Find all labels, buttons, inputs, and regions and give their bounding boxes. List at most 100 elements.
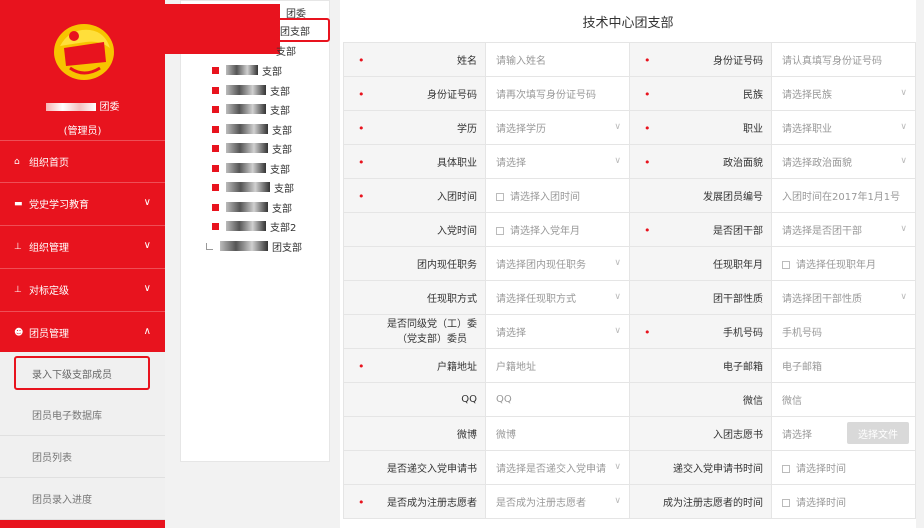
field-input[interactable]: 电子邮箱 <box>771 348 916 383</box>
field-input[interactable]: 请认真填写身份证号码 <box>771 42 916 77</box>
field-input[interactable]: 请输入姓名 <box>485 42 630 77</box>
nav-item-home[interactable]: ⌂ 组织首页 <box>0 140 165 182</box>
nav-item-member-management[interactable]: ☻ 团员管理 ∧ <box>0 311 165 353</box>
chevron-down-icon: ∨ <box>614 292 621 302</box>
field-select[interactable]: 是否成为注册志愿者 ∨ <box>485 484 630 519</box>
calendar-icon <box>496 193 504 201</box>
field-placeholder: 请选择学历 <box>496 124 546 135</box>
field-label: 微博 <box>343 416 486 451</box>
field-select[interactable]: 请选择是否递交入党申请 ∨ <box>485 450 630 485</box>
field-select[interactable]: 请选择团干部性质 ∨ <box>771 280 916 315</box>
field-label: • 入团时间 <box>343 178 486 213</box>
field-placeholder: 请认真填写身份证号码 <box>782 56 882 67</box>
form-row: • 入团时间 请选择入团时间 发展团员编号 入团时间在2017年1月1号 <box>343 178 916 213</box>
required-marker-icon: • <box>644 156 651 169</box>
chevron-down-icon: ∨ <box>900 122 907 132</box>
field-date-picker[interactable]: 请选择入团时间 <box>485 178 630 213</box>
field-label: • 政治面貌 <box>629 144 772 179</box>
field-select[interactable]: 请选择 ∨ <box>485 314 630 349</box>
blurred-text <box>226 182 270 192</box>
field-label-text: 团内现任职务 <box>417 260 477 271</box>
tree-node-label: 支部2 <box>270 222 297 234</box>
home-icon: ⌂ <box>14 156 20 167</box>
field-input[interactable]: 户籍地址 <box>485 348 630 383</box>
field-label-text: 户籍地址 <box>437 362 477 373</box>
field-label: 发展团员编号 <box>629 178 772 213</box>
field-placeholder: QQ <box>496 394 512 405</box>
field-label-text: 入党时间 <box>437 226 477 237</box>
nav-item-party-history[interactable]: ▬ 党史学习教育 ∨ <box>0 182 165 224</box>
field-label: • 身份证号码 <box>629 42 772 77</box>
form-row: QQ QQ 微信 微信 <box>343 382 916 417</box>
field-date-picker[interactable]: 请选择任现职年月 <box>771 246 916 281</box>
field-select[interactable]: 请选择职业 ∨ <box>771 110 916 145</box>
league-emblem-logo <box>54 24 114 80</box>
field-placeholder: 电子邮箱 <box>782 362 822 373</box>
field-date-picker[interactable]: 请选择入党年月 <box>485 212 630 247</box>
form-row: • 姓名 请输入姓名 • 身份证号码 请认真填写身份证号码 <box>343 42 916 77</box>
field-input[interactable]: 微博 <box>485 416 630 451</box>
field-placeholder: 微博 <box>496 430 516 441</box>
submenu-item-member-list[interactable]: 团员列表 <box>0 436 165 478</box>
submenu-item-member-database[interactable]: 团员电子数据库 <box>0 394 165 436</box>
field-select[interactable]: 请选择政治面貌 ∨ <box>771 144 916 179</box>
field-placeholder: 请选择时间 <box>796 498 846 509</box>
field-label-text: 微博 <box>457 430 477 441</box>
field-select[interactable]: 请选择团内现任职务 ∨ <box>485 246 630 281</box>
tree-node[interactable]: 团支部 <box>206 238 302 254</box>
field-placeholder: 请选择任现职年月 <box>796 260 876 271</box>
tree-node[interactable]: 支部 <box>212 140 292 156</box>
field-select[interactable]: 请选择是否团干部 ∨ <box>771 212 916 247</box>
tree-node[interactable]: 支部 <box>212 62 282 78</box>
field-select[interactable]: 请选择学历 ∨ <box>485 110 630 145</box>
field-label-text: 团干部性质 <box>713 294 763 305</box>
field-input[interactable]: QQ <box>485 382 630 417</box>
tree-node[interactable]: 支部 <box>212 82 290 98</box>
field-label: • 是否团干部 <box>629 212 772 247</box>
folder-icon: ▬ <box>14 198 23 209</box>
form-row: 团内现任职务 请选择团内现任职务 ∨ 任现职年月 请选择任现职年月 <box>343 246 916 281</box>
field-select[interactable]: 请选择 ∨ <box>485 144 630 179</box>
branch-icon <box>212 183 219 191</box>
tree-node[interactable]: 支部 <box>212 199 292 215</box>
field-label: • 姓名 <box>343 42 486 77</box>
tree-node[interactable]: 支部2 <box>212 218 296 234</box>
tree-node[interactable]: 支部 <box>212 101 290 117</box>
field-input[interactable]: 微信 <box>771 382 916 417</box>
submenu-item-entry-progress[interactable]: 团员录入进度 <box>0 478 165 520</box>
field-label: 团干部性质 <box>629 280 772 315</box>
member-form-panel: 技术中心团支部 • 姓名 请输入姓名 • 身份证号码 请认真填写身份证号码 • 身份证号码 请再… <box>340 0 916 528</box>
calendar-icon <box>782 261 790 269</box>
required-marker-icon: • <box>644 88 651 101</box>
tree-node[interactable]: 支部 <box>212 179 294 195</box>
field-label-text: 手机号码 <box>723 328 763 339</box>
field-select[interactable]: 请选择任现职方式 ∨ <box>485 280 630 315</box>
tree-node-label: 支部 <box>262 66 282 78</box>
field-date-picker[interactable]: 请选择时间 <box>771 484 916 519</box>
field-label-text: 政治面貌 <box>723 158 763 169</box>
field-label-text: 电子邮箱 <box>723 362 763 373</box>
form-row: 是否递交入党申请书 请选择是否递交入党申请 ∨ 递交入党申请书时间 请选择时间 <box>343 450 916 485</box>
chevron-down-icon: ∨ <box>900 292 907 302</box>
field-label-text: 入团志愿书 <box>713 430 763 441</box>
field-label: • 具体职业 <box>343 144 486 179</box>
tree-node[interactable]: 支部 <box>276 42 296 58</box>
nav-item-org-management[interactable]: ⊥ 组织管理 ∨ <box>0 225 165 267</box>
field-input[interactable]: 手机号码 <box>771 314 916 349</box>
field-placeholder: 请再次填写身份证号码 <box>496 90 596 101</box>
field-label-text: 民族 <box>743 90 763 101</box>
field-label-text: 入团时间 <box>437 192 477 203</box>
field-date-picker[interactable]: 请选择时间 <box>771 450 916 485</box>
submenu-item-enter-members[interactable]: 录入下级支部成员 <box>14 356 150 390</box>
tree-node[interactable]: 支部 <box>212 160 290 176</box>
field-input[interactable]: 请选择 选择文件 <box>771 416 916 451</box>
field-input[interactable]: 入团时间在2017年1月1号 <box>771 178 916 213</box>
nav-item-benchmark[interactable]: ⊥ 对标定级 ∨ <box>0 268 165 310</box>
field-input[interactable]: 请再次填写身份证号码 <box>485 76 630 111</box>
choose-file-button[interactable]: 选择文件 <box>847 422 909 444</box>
field-label: 任现职年月 <box>629 246 772 281</box>
branch-icon <box>212 125 219 133</box>
field-select[interactable]: 请选择民族 ∨ <box>771 76 916 111</box>
tree-node[interactable]: 支部 <box>212 121 292 137</box>
required-marker-icon: • <box>644 224 651 237</box>
